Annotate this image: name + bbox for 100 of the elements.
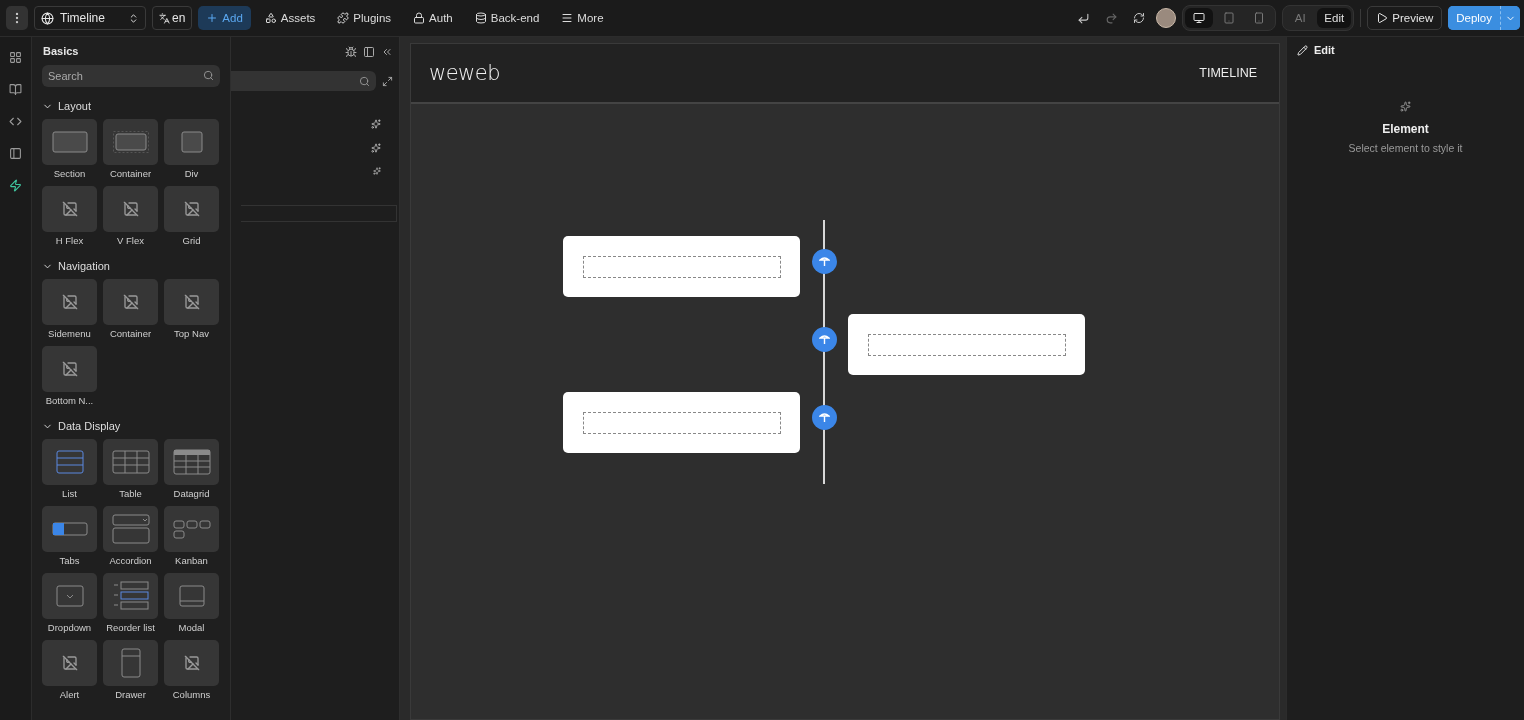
component-tile[interactable] bbox=[42, 186, 97, 232]
component-tile[interactable] bbox=[103, 573, 158, 619]
language-button[interactable]: en bbox=[152, 6, 193, 30]
list-icon bbox=[55, 450, 84, 474]
page-selector[interactable]: Timeline bbox=[34, 6, 146, 30]
nav-button[interactable]: Back-end bbox=[466, 6, 548, 30]
search-icon bbox=[359, 75, 370, 87]
component-tile[interactable] bbox=[42, 279, 97, 325]
component-tile[interactable] bbox=[42, 640, 97, 686]
expand-icon[interactable] bbox=[382, 75, 393, 87]
reorder-list-icon bbox=[112, 581, 149, 611]
component-tile[interactable] bbox=[103, 119, 158, 165]
search-field[interactable]: Search bbox=[42, 65, 220, 87]
nav-button[interactable]: Assets bbox=[256, 6, 324, 30]
component-tile[interactable] bbox=[42, 119, 97, 165]
preview-button[interactable]: Preview bbox=[1367, 6, 1443, 30]
tile-label: Container bbox=[109, 168, 152, 181]
component-tile[interactable] bbox=[164, 279, 219, 325]
component-tile[interactable] bbox=[103, 640, 158, 686]
image-off-icon bbox=[122, 201, 139, 217]
pencil-icon bbox=[1297, 44, 1308, 56]
mobile-icon bbox=[1253, 12, 1266, 24]
sparkle-icon bbox=[371, 119, 381, 129]
accordion-icon bbox=[111, 514, 150, 544]
panel-title: Basics bbox=[42, 44, 80, 59]
panel-icon[interactable] bbox=[363, 46, 375, 58]
image-off-icon bbox=[61, 361, 78, 377]
image-off-icon bbox=[61, 655, 78, 671]
refresh-icon bbox=[1133, 12, 1146, 24]
nav-button[interactable]: More bbox=[553, 6, 612, 30]
tile-label: Dropdown bbox=[47, 622, 92, 635]
edit-tab[interactable]: Edit bbox=[1287, 37, 1345, 63]
component-tile[interactable] bbox=[103, 186, 158, 232]
component-tile[interactable] bbox=[42, 439, 97, 485]
bug-icon[interactable] bbox=[345, 46, 357, 58]
component-tile[interactable] bbox=[42, 346, 97, 392]
component-tile[interactable] bbox=[42, 573, 97, 619]
tile-label: Kanban bbox=[175, 555, 208, 568]
tile-label: V Flex bbox=[117, 235, 144, 248]
nav-button[interactable]: Plugins bbox=[329, 6, 400, 30]
shapes-icon bbox=[264, 12, 277, 24]
nav-link[interactable]: TIMELINE bbox=[1199, 66, 1257, 80]
empty-state-title: Element bbox=[1382, 122, 1429, 136]
kanban-icon bbox=[172, 519, 211, 539]
tile-label: List bbox=[62, 488, 77, 501]
drawer-icon bbox=[120, 648, 141, 678]
section-header[interactable]: Layout bbox=[42, 93, 220, 119]
undo-icon bbox=[1076, 11, 1090, 25]
component-tile[interactable] bbox=[164, 439, 219, 485]
tile-label: Tabs bbox=[59, 555, 80, 568]
tablet-icon bbox=[1223, 12, 1236, 24]
menu-button[interactable] bbox=[6, 6, 28, 30]
deploy-menu-button[interactable] bbox=[1500, 6, 1520, 30]
component-tile[interactable] bbox=[103, 439, 158, 485]
tile-label: Sidemenu bbox=[48, 328, 91, 341]
section-header[interactable]: Navigation bbox=[42, 253, 220, 279]
nav-button[interactable]: Auth bbox=[405, 6, 461, 30]
play-icon bbox=[1376, 12, 1389, 24]
component-tile[interactable] bbox=[42, 506, 97, 552]
tile-label: Reorder list bbox=[106, 622, 155, 635]
collapse-icon[interactable] bbox=[381, 46, 393, 58]
image-off-icon bbox=[122, 294, 139, 310]
desktop-button[interactable] bbox=[1185, 8, 1214, 28]
empty-state-hint: Select element to style it bbox=[1348, 142, 1463, 154]
dropdown-icon bbox=[55, 585, 84, 607]
add-button[interactable]: Add bbox=[198, 6, 251, 30]
component-tile[interactable] bbox=[164, 573, 219, 619]
div-icon bbox=[180, 131, 203, 153]
tile-label: Section bbox=[53, 168, 86, 181]
tile-label: H Flex bbox=[55, 235, 84, 248]
layers-search-field[interactable] bbox=[231, 71, 376, 91]
component-tile[interactable] bbox=[164, 640, 219, 686]
tile-label: Datagrid bbox=[173, 488, 210, 501]
redo-icon bbox=[1104, 11, 1118, 25]
component-tile[interactable] bbox=[164, 506, 219, 552]
chevrons-icon bbox=[128, 12, 139, 24]
tile-label: Drawer bbox=[115, 689, 146, 702]
tile-label: Grid bbox=[182, 235, 201, 248]
container-icon bbox=[112, 131, 149, 153]
table-icon bbox=[111, 450, 150, 474]
tile-label: Columns bbox=[172, 689, 211, 702]
section-header[interactable]: Data Display bbox=[42, 413, 220, 439]
component-tile[interactable] bbox=[103, 279, 158, 325]
tile-label: Alert bbox=[59, 689, 80, 702]
component-tile[interactable] bbox=[103, 506, 158, 552]
desktop-icon bbox=[1193, 12, 1206, 24]
component-tile[interactable] bbox=[164, 119, 219, 165]
mode-tab[interactable]: Edit bbox=[1317, 8, 1352, 28]
image-off-icon bbox=[61, 294, 78, 310]
puzzle-icon bbox=[337, 12, 350, 24]
section-icon bbox=[51, 131, 88, 153]
menu-icon bbox=[561, 12, 574, 24]
tile-label: Table bbox=[119, 488, 142, 501]
database-icon bbox=[474, 12, 487, 24]
site-logo: weweb bbox=[429, 61, 501, 85]
globe-icon bbox=[41, 11, 54, 25]
tile-label: Bottom N... bbox=[45, 395, 94, 408]
component-tile[interactable] bbox=[164, 186, 219, 232]
tabs-icon bbox=[51, 522, 88, 536]
tile-label: Accordion bbox=[109, 555, 152, 568]
